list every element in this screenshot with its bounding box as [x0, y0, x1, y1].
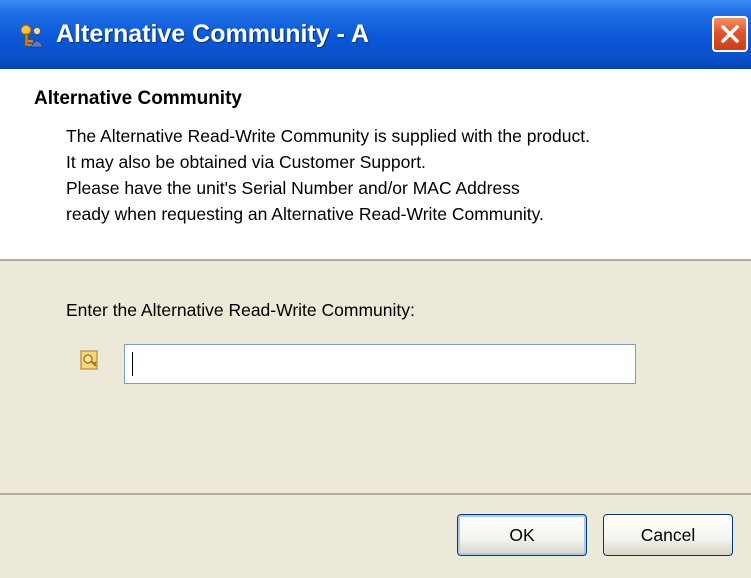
page-heading: Alternative Community: [34, 88, 242, 109]
description-line-4: ready when requesting an Alternative Rea…: [66, 204, 544, 224]
window-title: Alternative Community - A: [56, 20, 370, 48]
ok-button[interactable]: OK: [457, 514, 587, 556]
cancel-button[interactable]: Cancel: [603, 514, 733, 556]
key-person-icon: [16, 22, 46, 48]
close-button[interactable]: [712, 16, 748, 52]
community-input[interactable]: [124, 344, 636, 384]
description-line-2: It may also be obtained via Customer Sup…: [66, 152, 426, 172]
description-line-1: The Alternative Read-Write Community is …: [66, 126, 590, 146]
text-caret: [132, 352, 133, 376]
community-prompt-label: Enter the Alternative Read-Write Communi…: [66, 300, 415, 320]
description-line-3: Please have the unit's Serial Number and…: [66, 178, 520, 198]
title-bar[interactable]: Alternative Community - A: [0, 0, 751, 69]
key-icon: [80, 349, 100, 371]
